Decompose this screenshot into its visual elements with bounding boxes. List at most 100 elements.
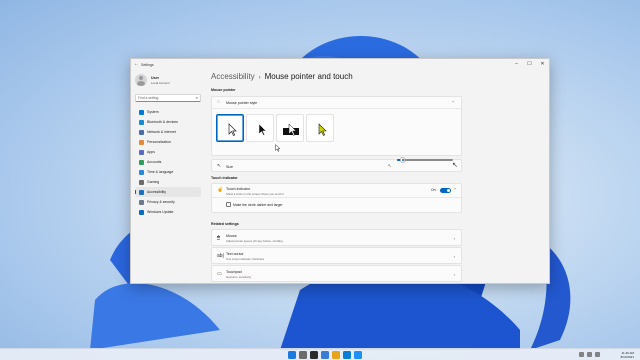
darker-larger-checkbox[interactable] (226, 202, 231, 207)
sidebar-item-network[interactable]: Network & internet (135, 127, 201, 137)
search-placeholder: Find a setting (138, 96, 159, 100)
pointer-size-slider[interactable] (397, 157, 453, 163)
sidebar-item-time-language[interactable]: Time & language (135, 167, 201, 177)
account-type: Local Account (151, 80, 170, 85)
globe-clock-icon (139, 169, 144, 175)
related-mouse-title: Mouse (226, 233, 237, 238)
section-related-settings: Related settings (211, 222, 239, 226)
sidebar-item-accounts[interactable]: Accounts (135, 157, 201, 167)
clock-date: 8/13/2021 (620, 354, 634, 359)
darker-larger-label: Make the circle darker and larger (233, 202, 283, 207)
bluetooth-icon (139, 119, 144, 125)
back-arrow-icon[interactable]: ← (134, 61, 139, 67)
related-text-cursor-row[interactable]: ab| Text cursor Text cursor indicator, t… (211, 247, 462, 264)
section-touch-indicator: Touch indicator (211, 176, 238, 180)
accessibility-icon (139, 189, 144, 195)
chevron-right-icon: › (453, 235, 455, 241)
sidebar-item-accessibility[interactable]: Accessibility (135, 187, 201, 197)
clock[interactable]: 11:46 AM 8/13/2021 (621, 351, 634, 359)
pointer-style-black[interactable] (246, 114, 274, 142)
volume-icon[interactable] (595, 352, 600, 357)
start-icon[interactable] (288, 351, 296, 359)
chevron-right-icon: › (453, 253, 455, 259)
chevron-up-tray-icon[interactable] (579, 352, 584, 357)
sidebar-item-windows-update[interactable]: Windows Update (135, 207, 201, 217)
touch-indicator-toggle[interactable] (440, 187, 451, 193)
breadcrumb: Accessibility › Mouse pointer and touch (211, 72, 353, 81)
mouse-pointer-style-card: ◌ Mouse pointer style ⌃ (211, 96, 462, 156)
system-icon (139, 109, 144, 115)
mouse-pointer-style-header[interactable]: ◌ Mouse pointer style ⌃ (212, 97, 461, 109)
file-explorer-icon[interactable] (332, 351, 340, 359)
text-cursor-icon: ab| (217, 253, 224, 259)
sidebar: User Local Account Find a setting ⌕ Syst… (131, 70, 203, 283)
sidebar-item-system[interactable]: System (135, 107, 201, 117)
sidebar-item-privacy[interactable]: Privacy & security (135, 197, 201, 207)
mouse-cursor-icon (275, 144, 281, 152)
related-mouse-row[interactable]: 🖱 Mouse Adjust pointer speed, primary bu… (211, 229, 462, 246)
nav-list: System Bluetooth & devices Network & int… (135, 107, 201, 217)
chevron-right-icon: › (453, 271, 455, 277)
custom-color-cursor-icon (318, 123, 327, 136)
search-input[interactable]: Find a setting ⌕ (135, 94, 201, 102)
related-touchpad-title: Touchpad (226, 269, 242, 274)
system-tray (579, 352, 600, 357)
related-touchpad-row[interactable]: ▭ Touchpad Gestures, sensitivity › (211, 265, 462, 282)
related-mouse-description: Adjust pointer speed, primary button, sc… (226, 238, 283, 243)
pointer-size-thumb[interactable] (399, 157, 406, 163)
search-taskbar-icon[interactable] (299, 351, 307, 359)
search-icon: ⌕ (195, 95, 198, 100)
pointer-style-white[interactable] (216, 114, 244, 142)
task-view-icon[interactable] (310, 351, 318, 359)
gamepad-icon (139, 179, 144, 185)
inverted-cursor-icon (283, 123, 299, 136)
app-title: Settings (141, 62, 154, 67)
title-bar: ← Settings – ☐ ✕ (131, 59, 549, 70)
breadcrumb-separator: › (258, 75, 261, 81)
apps-icon (139, 149, 144, 155)
pointer-style-inverted[interactable] (276, 114, 304, 142)
close-button[interactable]: ✕ (536, 59, 549, 70)
wifi-icon[interactable] (587, 352, 592, 357)
pointer-size-icon: ↖ (217, 162, 222, 169)
minimize-button[interactable]: – (510, 59, 523, 70)
page-title: Mouse pointer and touch (264, 72, 353, 81)
window-controls: – ☐ ✕ (510, 59, 549, 70)
settings-taskbar-icon[interactable] (354, 351, 362, 359)
chevron-up-icon[interactable]: ⌃ (452, 100, 455, 105)
related-text-cursor-description: Text cursor indicator, thickness (226, 256, 265, 261)
toggle-state-label: On (431, 188, 436, 193)
network-icon (139, 129, 144, 135)
pointer-style-custom[interactable] (306, 114, 334, 142)
clock-time: 11:46 AM (621, 350, 634, 355)
user-profile[interactable]: User Local Account (135, 74, 170, 86)
sidebar-item-apps[interactable]: Apps (135, 147, 201, 157)
pointer-style-icon: ◌ (217, 99, 220, 105)
paintbrush-icon (139, 139, 144, 145)
update-icon (139, 209, 144, 215)
breadcrumb-parent[interactable]: Accessibility (211, 72, 255, 81)
sidebar-item-bluetooth[interactable]: Bluetooth & devices (135, 117, 201, 127)
size-label: Size (226, 164, 233, 169)
touch-icon: ☝ (217, 186, 224, 193)
touch-indicator-title: Touch indicator (226, 187, 251, 191)
black-cursor-icon (258, 123, 267, 136)
sidebar-item-gaming[interactable]: Gaming (135, 177, 201, 187)
chevron-up-icon[interactable]: ⌃ (454, 187, 457, 192)
white-cursor-icon (228, 123, 237, 136)
section-mouse-pointer: Mouse pointer (211, 88, 236, 92)
user-name: User (151, 75, 159, 80)
sidebar-item-personalization[interactable]: Personalization (135, 137, 201, 147)
small-pointer-icon: ↖ (388, 163, 392, 168)
shield-icon (139, 199, 144, 205)
mouse-icon: 🖱 (217, 235, 221, 241)
settings-window: ← Settings – ☐ ✕ User Local Account Find… (130, 58, 550, 284)
avatar (135, 74, 147, 86)
edge-icon[interactable] (343, 351, 351, 359)
related-text-cursor-title: Text cursor (226, 251, 244, 256)
touch-indicator-card: ☝ Touch indicator Show a circle on the s… (211, 183, 462, 213)
large-pointer-icon: ↖ (452, 162, 458, 169)
related-touchpad-description: Gestures, sensitivity (226, 274, 252, 279)
maximize-button[interactable]: ☐ (523, 59, 536, 70)
widgets-icon[interactable] (321, 351, 329, 359)
